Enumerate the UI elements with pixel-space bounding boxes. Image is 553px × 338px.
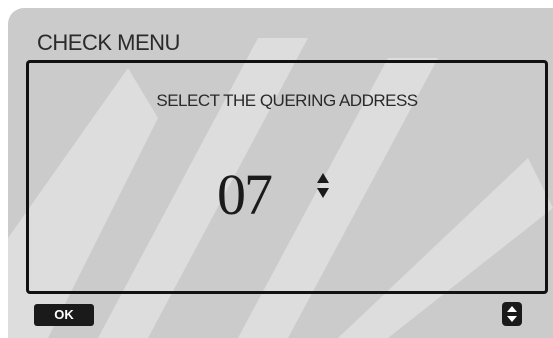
lcd-screen: CHECK MENU SELECT THE QUERING ADDRESS 07… (8, 8, 553, 338)
up-down-scroll-icon[interactable] (502, 302, 522, 326)
up-down-arrows-icon[interactable] (316, 171, 330, 201)
prompt-text: SELECT THE QUERING ADDRESS (156, 91, 418, 110)
ok-button[interactable]: OK (34, 304, 94, 326)
address-panel: SELECT THE QUERING ADDRESS 07 (26, 60, 548, 294)
menu-title: CHECK MENU (37, 30, 180, 55)
address-value[interactable]: 07 (217, 161, 273, 228)
